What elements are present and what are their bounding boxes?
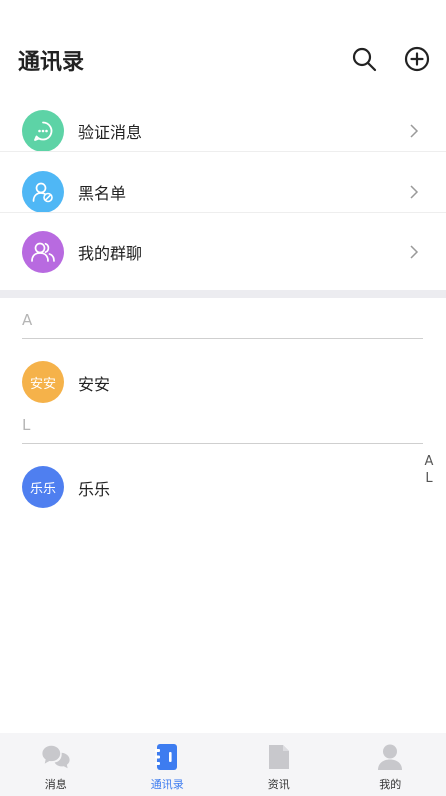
section-divider (22, 338, 423, 339)
blocked-user-icon (32, 182, 53, 202)
tab-label: 消息 (44, 778, 67, 791)
tab-news[interactable]: 资讯 (223, 733, 335, 796)
divider (0, 212, 446, 213)
tab-contacts[interactable]: 通讯录 (112, 733, 224, 796)
menu-item-my-groups[interactable]: 我的群聊 (0, 221, 446, 282)
chevron-right-icon (410, 244, 419, 259)
section-header-l: L (22, 416, 31, 434)
menu-item-label: 验证消息 (78, 122, 143, 142)
tab-label: 通讯录 (150, 778, 184, 791)
chat-bubble-icon (34, 121, 53, 141)
blacklist-avatar (22, 170, 64, 213)
contact-avatar: 乐乐 (22, 466, 64, 508)
contacts-icon (155, 744, 178, 770)
section-gap (0, 290, 446, 298)
groups-avatar (22, 230, 64, 273)
bottom-tab-bar: 消息 通讯录 资讯 我的 (0, 733, 446, 796)
tab-label: 我的 (379, 778, 402, 791)
group-icon (31, 242, 55, 262)
alphabet-index: A L (420, 453, 438, 487)
tab-messages[interactable]: 消息 (0, 733, 112, 796)
section-divider (22, 443, 423, 444)
messages-icon (42, 745, 70, 769)
section-header-a: A (22, 311, 33, 329)
menu-item-label: 我的群聊 (78, 243, 143, 263)
add-circle-icon (404, 46, 430, 72)
divider (0, 151, 446, 152)
tab-label: 资讯 (267, 778, 290, 791)
contact-name: 乐乐 (78, 480, 111, 499)
verification-avatar (22, 109, 64, 152)
header: 通讯录 (0, 0, 446, 100)
search-button[interactable] (349, 44, 379, 74)
add-button[interactable] (402, 44, 432, 74)
page-title: 通讯录 (18, 50, 85, 75)
index-letter-l[interactable]: L (425, 470, 432, 487)
chevron-right-icon (410, 184, 419, 199)
menu-item-label: 黑名单 (78, 183, 127, 203)
contact-item[interactable]: 乐乐 乐乐 (0, 457, 446, 517)
tab-profile[interactable]: 我的 (335, 733, 446, 796)
profile-icon (378, 744, 403, 770)
search-icon (352, 47, 377, 72)
contact-item[interactable]: 安安 安安 (0, 352, 446, 412)
chevron-right-icon (410, 123, 419, 138)
contact-avatar: 安安 (22, 361, 64, 403)
index-letter-a[interactable]: A (425, 453, 434, 470)
news-icon (268, 745, 289, 769)
contact-name: 安安 (78, 375, 111, 394)
